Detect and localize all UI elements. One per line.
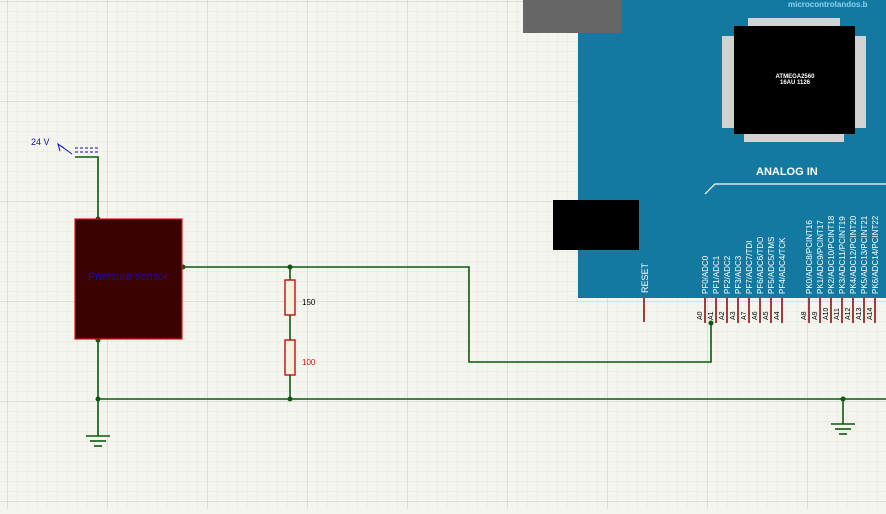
pin-number-label: A8 [801, 311, 808, 320]
pin-number-label: A1 [708, 311, 715, 320]
sensor-label: Pressure sensor [88, 271, 168, 283]
pin-name-label: PK2/ADC10/PCINT18 [827, 215, 836, 294]
pin-number-label: A11 [834, 308, 841, 320]
pin-name-label: PF5/ADC5/TMS [767, 237, 776, 294]
pin-name-label: PF2/ADC2 [723, 255, 732, 294]
pin-number-label: A2 [719, 311, 726, 320]
resistor-value: 100 [302, 358, 316, 367]
pin-number-label: A14 [867, 307, 874, 320]
schematic-canvas[interactable]: microcontrolandos.b ATMEGA2560 16AU 1126… [0, 0, 886, 509]
pin-number-label: A6 [752, 311, 759, 320]
resistor-body [284, 339, 296, 376]
mcu-chip: ATMEGA2560 16AU 1126 [722, 18, 866, 142]
pin-name-label: PK0/ADC8/PCINT16 [805, 220, 814, 294]
pressure-sensor[interactable]: Pressure sensor [74, 218, 183, 340]
pin-number-label: A7 [741, 311, 748, 320]
chip-code: 16AU 1126 [780, 80, 811, 86]
pin-number-label: A5 [763, 311, 770, 320]
pin-number-label: A9 [812, 311, 819, 320]
pin-name-label: PK1/ADC9/PCINT17 [816, 220, 825, 294]
resistor-body [284, 279, 296, 316]
pin-name-label: PK5/ADC13/PCINT21 [860, 215, 869, 294]
pin-name-label: PF7/ADC7/TDI [745, 241, 754, 294]
pin-name-label: PF1/ADC1 [712, 255, 721, 294]
pin-number-label: A13 [856, 307, 863, 320]
usb-connector [523, 0, 621, 33]
pin-number-label: A12 [845, 307, 852, 320]
pin-number-label: A3 [730, 311, 737, 320]
pin-number-label: A4 [774, 311, 781, 320]
pin-name-label: PF3/ADC3 [734, 255, 743, 294]
pin-name-label: PF4/ADC4/TCK [778, 237, 787, 294]
resistor-value: 150 [302, 298, 316, 307]
pin-number-label: A10 [823, 307, 830, 320]
supply-label: 24 V [31, 137, 50, 147]
reset-label: RESET [640, 262, 650, 293]
pin-name-label: PK6/ADC14/PCINT22 [871, 215, 880, 294]
pin-number-label: A0 [697, 311, 704, 320]
board-watermark: microcontrolandos.b [788, 0, 868, 9]
pin-name-label: PK4/ADC12/PCINT20 [849, 215, 858, 294]
pin-name-label: PF6/ADC6/TDO [756, 237, 765, 294]
analog-in-header: ANALOG IN [756, 166, 818, 178]
pin-name-label: PF0/ADC0 [701, 255, 710, 294]
pin-name-label: PK3/ADC11/PCINT19 [838, 216, 847, 294]
power-jack [553, 200, 639, 250]
